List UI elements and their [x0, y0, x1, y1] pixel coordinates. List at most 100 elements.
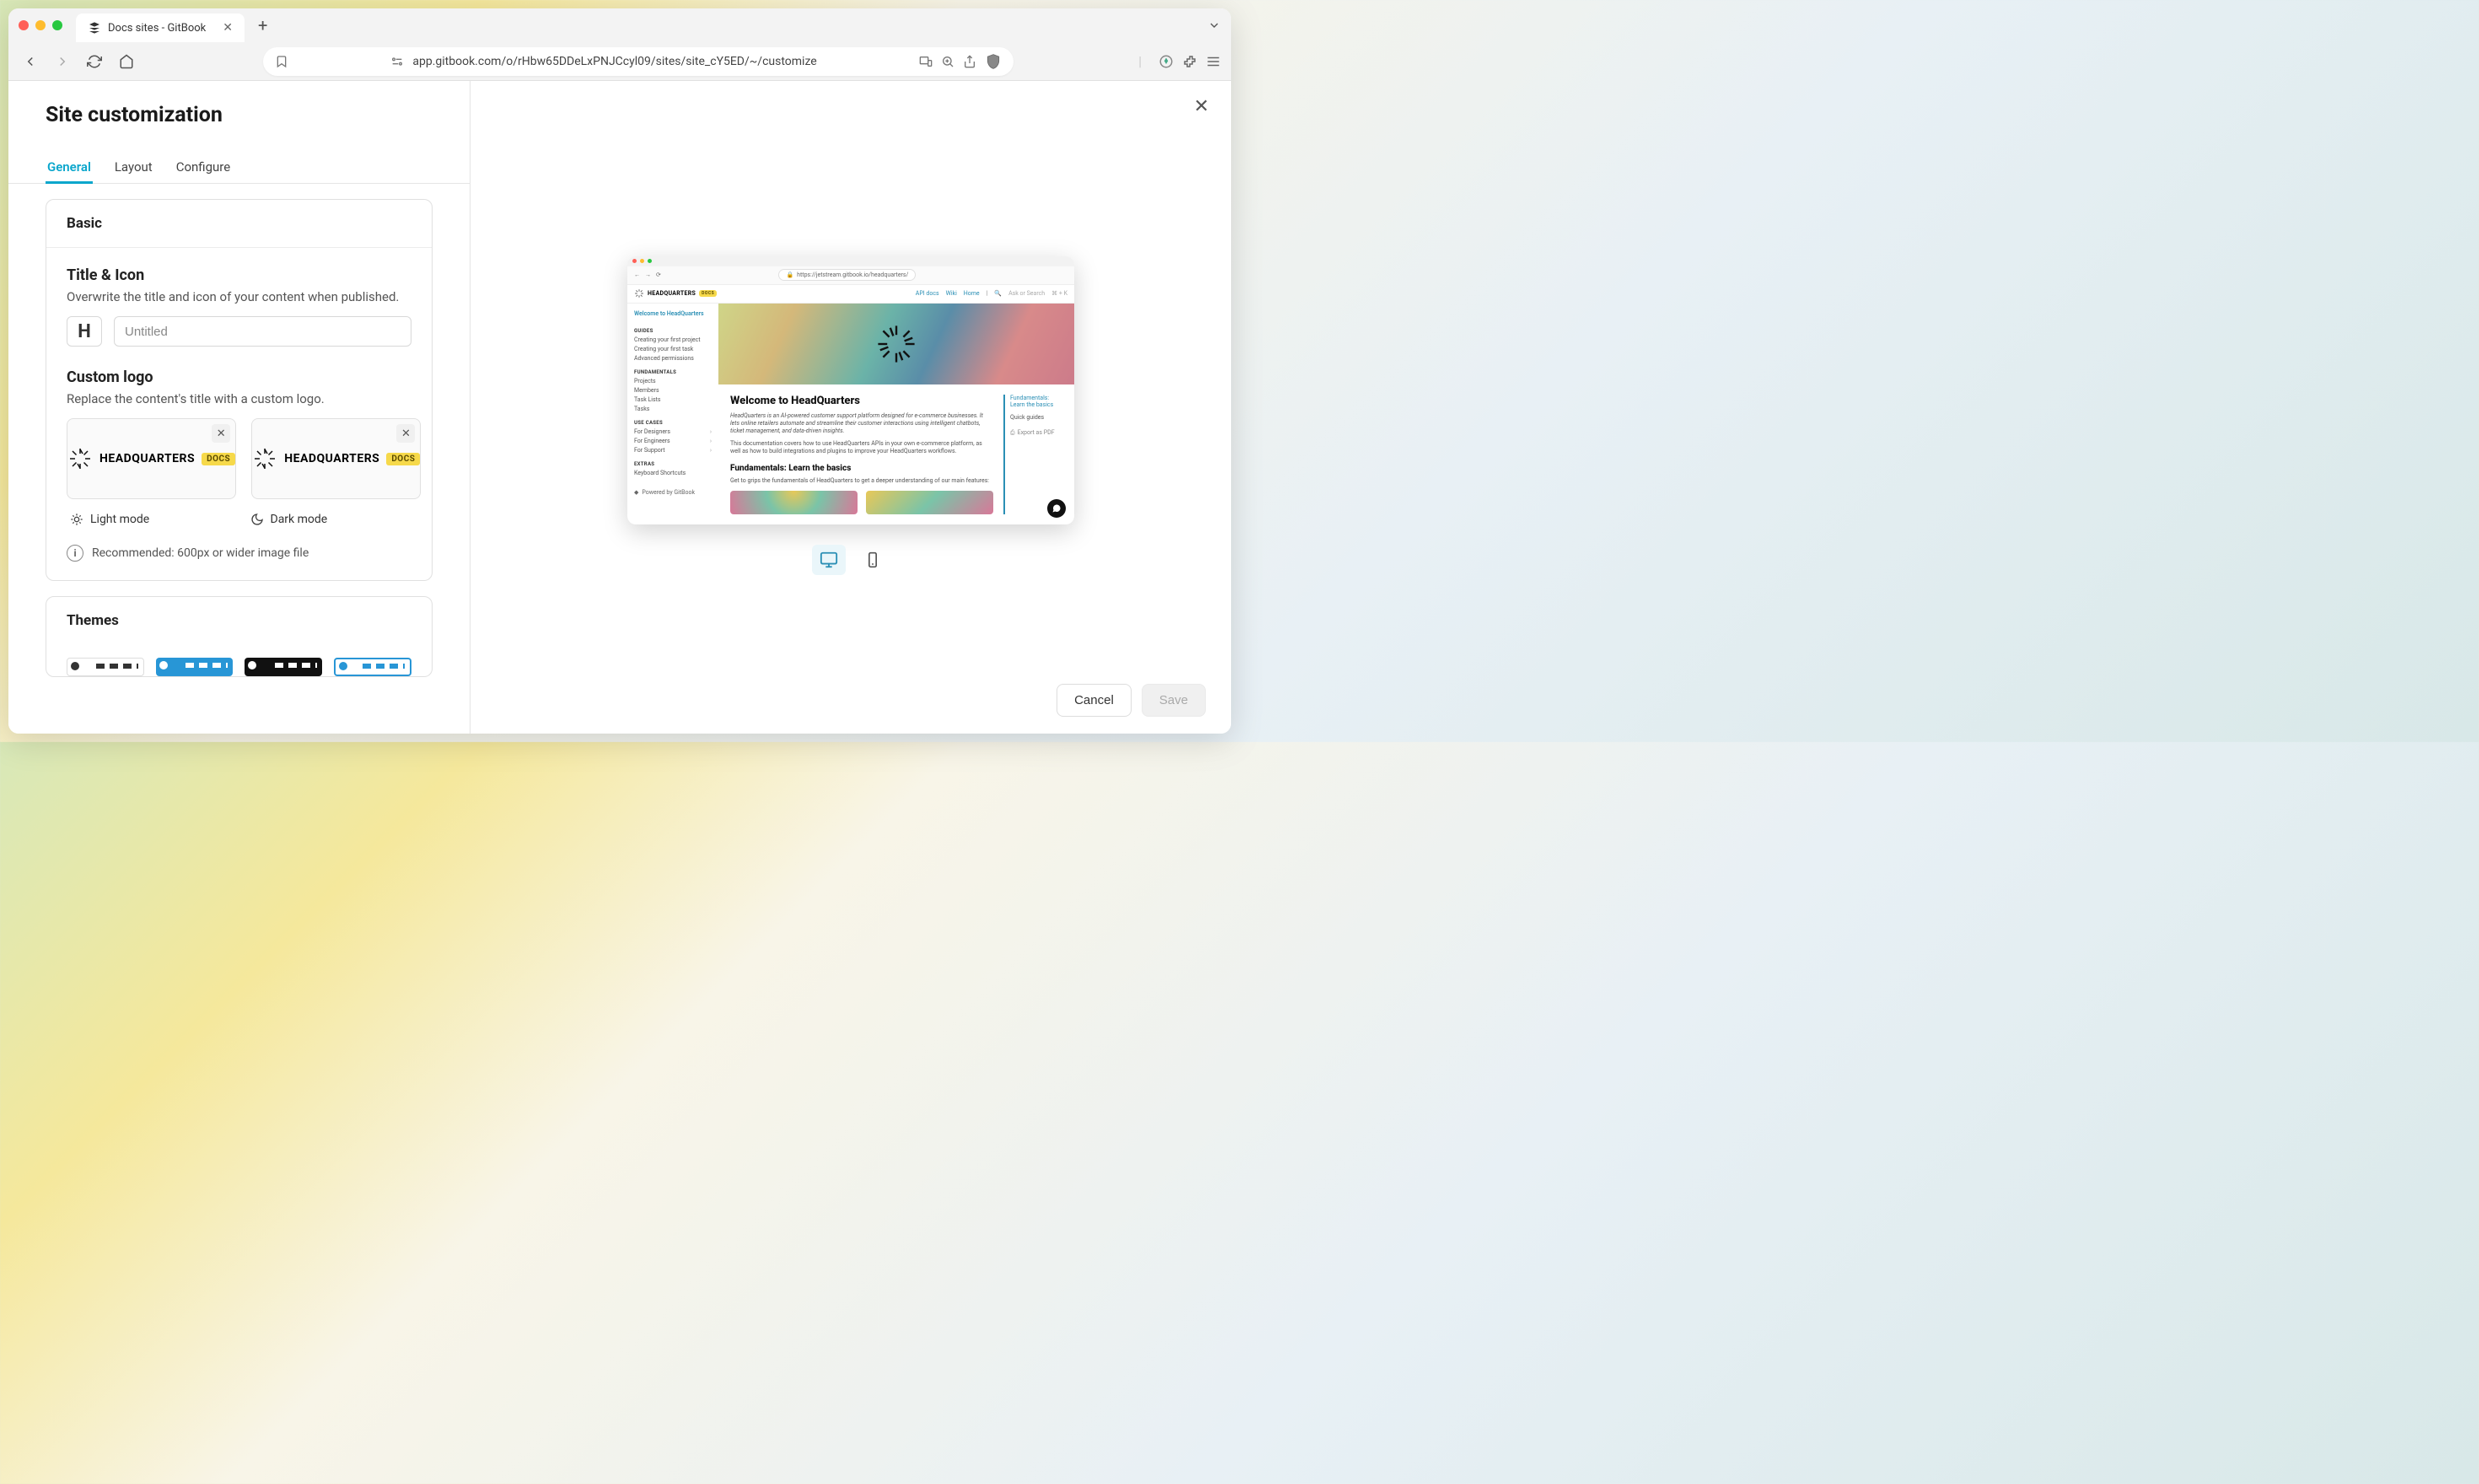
dark-logo-tag: DOCS [386, 453, 420, 465]
headquarters-logo-icon [67, 446, 93, 471]
window-close-button[interactable] [19, 20, 29, 30]
preview-cat-fundamentals: FUNDAMENTALS [634, 369, 712, 375]
new-tab-button[interactable]: + [251, 15, 274, 35]
themes-card: Themes [46, 596, 433, 677]
icon-picker-button[interactable]: H [67, 316, 102, 347]
tabs-overflow-button[interactable] [1207, 19, 1221, 32]
preview-titlebar [627, 256, 1074, 266]
panel-body: Basic Title & Icon Overwrite the title a… [8, 184, 470, 694]
zoom-icon[interactable] [941, 55, 954, 68]
moon-icon [250, 513, 264, 526]
page-content: Site customization General Layout Config… [8, 81, 1231, 734]
preview-reload-icon: ⟳ [656, 272, 661, 278]
preview-link-wiki: Wiki [946, 290, 957, 297]
brave-shields-icon[interactable] [985, 53, 1002, 70]
preview-powered-by: ◆ Powered by GitBook [634, 489, 712, 496]
preview-aside-link: Fundamentals: Learn the basics [1010, 395, 1062, 409]
headquarters-logo-icon [252, 446, 277, 471]
theme-option-outline[interactable] [334, 658, 411, 676]
footer-buttons: Cancel Save [1057, 684, 1206, 717]
info-icon: i [67, 545, 83, 562]
preview-max-icon [648, 259, 652, 263]
preview-toolbar: ← → ⟳ 🔒 https://jetstream.gitbook.io/hea… [627, 266, 1074, 285]
preview-lock-icon: 🔒 [786, 272, 793, 278]
site-settings-icon[interactable] [390, 55, 404, 68]
preview-search-shortcut: ⌘ + K [1051, 290, 1067, 297]
traffic-lights [19, 20, 62, 30]
remove-dark-logo-button[interactable]: ✕ [396, 424, 415, 443]
preview-link-api: API docs [916, 290, 939, 297]
preview-sidebar: Welcome to HeadQuarters GUIDES Creating … [627, 304, 718, 524]
tab-configure[interactable]: Configure [175, 151, 233, 183]
title-icon-heading: Title & Icon [67, 266, 411, 284]
cancel-button[interactable]: Cancel [1057, 684, 1132, 717]
browser-window: Docs sites - GitBook ✕ + app.gitbook.com… [8, 8, 1231, 734]
preview-sidebar-welcome: Welcome to HeadQuarters [634, 310, 712, 317]
preview-back-icon: ← [634, 272, 640, 278]
tab-favicon-icon [88, 21, 101, 35]
tab-layout[interactable]: Layout [113, 151, 154, 183]
tab-close-button[interactable]: ✕ [223, 21, 233, 35]
light-logo-tag: DOCS [202, 453, 235, 465]
toolbar-right [1159, 54, 1221, 69]
preview-cat-guides: GUIDES [634, 328, 712, 334]
desktop-preview-button[interactable] [812, 545, 846, 575]
theme-options [46, 644, 432, 676]
back-button[interactable] [19, 50, 42, 73]
panel-header: Site customization [8, 81, 470, 141]
preview-search-placeholder: Ask or Search [1008, 290, 1045, 297]
title-input[interactable] [114, 316, 411, 347]
menu-icon[interactable] [1206, 54, 1221, 69]
rewards-icon[interactable] [1159, 54, 1174, 69]
sun-icon [70, 513, 83, 526]
preview-cat-usecases: USE CASES [634, 420, 712, 426]
page-title: Site customization [46, 103, 433, 127]
title-icon-description: Overwrite the title and icon of your con… [67, 289, 411, 304]
reload-button[interactable] [83, 50, 106, 73]
gitbook-icon: ◆ [634, 489, 638, 496]
preview-article-h1: Welcome to HeadQuarters [730, 395, 993, 407]
mobile-preview-button[interactable] [856, 545, 890, 575]
dark-logo-upload[interactable]: ✕ HEADQUARTERS DOCS [251, 418, 421, 499]
forward-button[interactable] [51, 50, 74, 73]
preview-article-sub: Get to grips the fundamentals of HeadQua… [730, 477, 993, 484]
address-bar[interactable]: app.gitbook.com/o/rHbw65DDeLxPNJCcyl09/s… [263, 47, 1014, 76]
pdf-icon: ⎙ [1010, 429, 1015, 437]
remove-light-logo-button[interactable]: ✕ [212, 424, 230, 443]
close-button[interactable]: ✕ [1194, 96, 1209, 117]
bookmark-icon[interactable] [275, 55, 288, 68]
preview-close-icon [632, 259, 637, 263]
preview-logo-icon [634, 288, 644, 298]
preview-search-icon: 🔍 [994, 290, 1002, 297]
save-button[interactable]: Save [1142, 684, 1206, 717]
light-logo-upload[interactable]: ✕ HEADQUARTERS DOCS [67, 418, 236, 499]
preview-forward-icon: → [645, 272, 651, 278]
home-button[interactable] [115, 50, 138, 73]
device-toggle [812, 540, 890, 592]
preview-site-header: HEADQUARTERS DOCS API docs Wiki Home | 🔍… [627, 285, 1074, 304]
share-icon[interactable] [963, 55, 976, 68]
window-maximize-button[interactable] [52, 20, 62, 30]
tab-title: Docs sites - GitBook [108, 22, 206, 35]
device-toolbar-icon[interactable] [919, 55, 933, 68]
preview-article-intro: HeadQuarters is an AI-powered customer s… [730, 412, 993, 435]
theme-option-bold[interactable] [156, 658, 234, 676]
preview-article-body: This documentation covers how to use Hea… [730, 440, 993, 455]
theme-option-light[interactable] [67, 658, 144, 676]
preview-hero-logo-icon [876, 324, 917, 364]
preview-card-image-1 [730, 491, 858, 514]
themes-heading: Themes [46, 597, 432, 644]
dark-mode-label: Dark mode [247, 508, 412, 531]
basic-card: Basic Title & Icon Overwrite the title a… [46, 199, 433, 581]
custom-logo-description: Replace the content's title with a custo… [67, 391, 411, 406]
theme-option-dark[interactable] [245, 658, 322, 676]
browser-tab[interactable]: Docs sites - GitBook ✕ [76, 13, 245, 42]
light-logo-text: HEADQUARTERS [99, 452, 195, 465]
window-minimize-button[interactable] [35, 20, 46, 30]
browser-toolbar: app.gitbook.com/o/rHbw65DDeLxPNJCcyl09/s… [8, 42, 1231, 81]
preview-article-h2: Fundamentals: Learn the basics [730, 464, 993, 473]
tab-general[interactable]: General [46, 151, 93, 183]
preview-aside-pdf: ⎙ Export as PDF [1010, 429, 1062, 437]
url-text: app.gitbook.com/o/rHbw65DDeLxPNJCcyl09/s… [412, 55, 816, 68]
extensions-icon[interactable] [1182, 54, 1197, 69]
